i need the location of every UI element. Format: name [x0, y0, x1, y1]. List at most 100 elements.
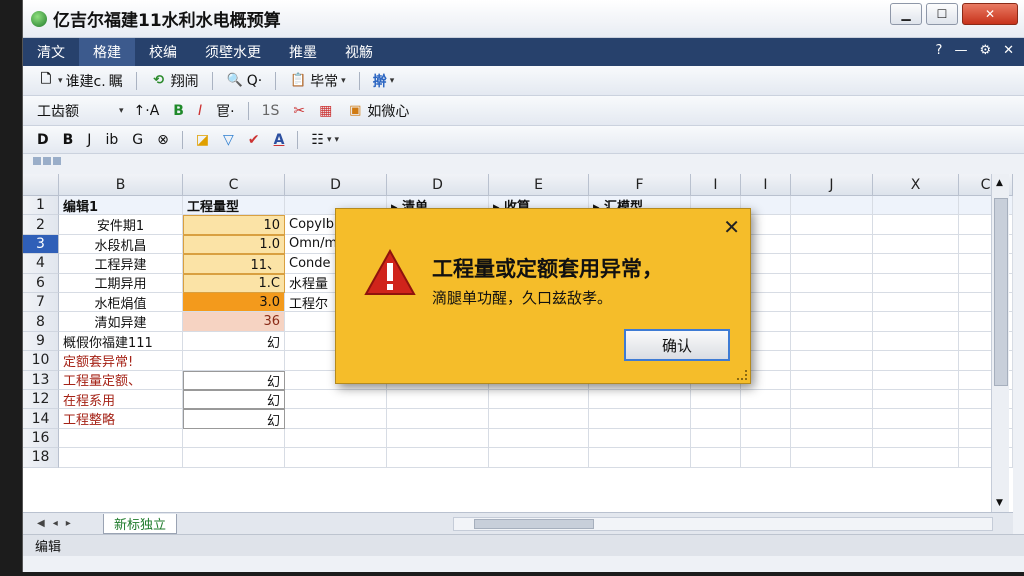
fill-color-icon[interactable]: ◪ — [192, 130, 213, 150]
close-doc-icon[interactable]: ✕ — [1003, 43, 1014, 58]
grid-cell[interactable] — [791, 196, 873, 216]
grid-cell[interactable] — [183, 428, 285, 449]
font-color-icon[interactable]: A — [270, 130, 289, 150]
grid-cell[interactable] — [691, 390, 741, 410]
grid-cell[interactable]: 工程量定额、 — [59, 370, 183, 390]
grid-cell[interactable] — [589, 448, 691, 468]
chevron-down-icon[interactable]: ▾ — [119, 106, 124, 116]
list-button[interactable]: 冟· — [212, 99, 238, 123]
grid-cell[interactable]: 工期异用 — [59, 273, 183, 293]
grid-cell[interactable] — [791, 390, 873, 410]
grid-cell[interactable]: 3.0 — [183, 293, 285, 313]
row-height-button[interactable]: 1S — [258, 101, 284, 121]
grid-cell[interactable]: 定额套异常! — [59, 351, 183, 371]
grid-cell[interactable] — [741, 390, 791, 410]
row-header[interactable]: 4 — [23, 254, 59, 274]
row-header[interactable]: 9 — [23, 331, 59, 352]
grid-cell[interactable] — [873, 234, 959, 255]
new-button[interactable]: 🗋 ▾ 谁建c. 瞩 — [33, 69, 127, 93]
menu-item-file[interactable]: 清文 — [23, 38, 79, 66]
grid-cell[interactable] — [791, 351, 873, 371]
grid-cell[interactable] — [873, 273, 959, 293]
minimize-ribbon-icon[interactable]: — — [954, 43, 967, 58]
menu-item-push[interactable]: 推墨 — [275, 38, 331, 66]
grid-cell[interactable] — [873, 312, 959, 332]
grid-cell[interactable]: 幻 — [183, 390, 285, 410]
grid-cell[interactable] — [183, 448, 285, 468]
grid-cell[interactable] — [873, 448, 959, 468]
grid-cell[interactable] — [589, 409, 691, 429]
grid-cell[interactable] — [59, 428, 183, 449]
grid-cell[interactable] — [589, 428, 691, 449]
grid-cell[interactable] — [589, 390, 691, 410]
grid-cell[interactable] — [285, 390, 387, 410]
scissors-icon[interactable]: ✂ — [289, 101, 309, 121]
grid-cell[interactable] — [791, 215, 873, 235]
grid-cell[interactable]: 11、 — [183, 254, 285, 274]
row-header[interactable]: 13 — [23, 370, 59, 390]
grid-cell[interactable] — [691, 409, 741, 429]
paste-button[interactable]: 📋 毕常 ▾ — [285, 69, 350, 93]
row-header[interactable]: 2 — [23, 215, 59, 235]
resize-grip-icon[interactable] — [737, 370, 747, 380]
paint-bucket-icon[interactable]: ▽ — [219, 130, 238, 150]
close-window-button[interactable]: ✕ — [962, 3, 1018, 25]
first-sheet-icon[interactable]: ◀ — [37, 518, 45, 529]
sheet-tab[interactable]: 新标独立 — [103, 513, 178, 534]
grid-cell[interactable] — [741, 409, 791, 429]
row-header[interactable]: 12 — [23, 390, 59, 410]
grid-cell[interactable] — [741, 428, 791, 449]
zoom-button[interactable]: 🔍 Q· — [222, 70, 266, 92]
grid-cell[interactable]: 工程量型 — [183, 196, 285, 216]
format-d-button[interactable]: D — [33, 130, 53, 150]
vertical-scroll-thumb[interactable] — [994, 198, 1008, 386]
column-header[interactable]: I — [741, 174, 791, 196]
column-header[interactable]: X — [873, 174, 959, 196]
help-icon[interactable]: ? — [936, 43, 943, 58]
grid-cell[interactable]: 在程系用 — [59, 390, 183, 410]
grid-cell[interactable] — [791, 370, 873, 390]
grid-cell[interactable]: 1.0 — [183, 234, 285, 255]
grid-cell[interactable]: 水柜焆值 — [59, 293, 183, 313]
settings-icon[interactable]: ⚙ — [979, 43, 991, 58]
row-header[interactable]: 8 — [23, 312, 59, 332]
center-button[interactable]: ▣ 如微心 — [342, 99, 413, 123]
column-header[interactable]: J — [791, 174, 873, 196]
format-button[interactable]: 擀 ▾ — [369, 69, 399, 93]
grid-cell[interactable] — [873, 428, 959, 449]
grid-cell[interactable] — [285, 428, 387, 449]
grid-cell[interactable] — [183, 351, 285, 371]
scroll-down-icon[interactable]: ▼ — [996, 498, 1003, 508]
grid-cell[interactable] — [691, 448, 741, 468]
row-header[interactable]: 7 — [23, 293, 59, 313]
grid-cell[interactable] — [791, 409, 873, 429]
grid-cell[interactable]: 概假你福建111 — [59, 331, 183, 352]
check-icon[interactable]: ✔ — [244, 130, 264, 150]
grid-icon[interactable]: ▦ — [315, 101, 336, 121]
grid-cell[interactable]: 幻 — [183, 370, 285, 390]
grid-cell[interactable] — [873, 254, 959, 274]
grid-cell[interactable] — [285, 409, 387, 429]
grid-cell[interactable] — [791, 312, 873, 332]
format-g-button[interactable]: G — [128, 130, 147, 150]
grid-cell[interactable] — [387, 409, 489, 429]
scroll-up-icon[interactable]: ▲ — [996, 178, 1003, 188]
maximize-button[interactable]: ☐ — [926, 3, 958, 25]
column-header[interactable]: D — [285, 174, 387, 196]
grid-cell[interactable] — [791, 428, 873, 449]
grid-cell[interactable] — [489, 428, 589, 449]
undo-button[interactable]: ⟲ 翔闹 — [146, 69, 203, 93]
menu-item-view[interactable]: 视觞 — [331, 38, 387, 66]
grid-cell[interactable] — [873, 215, 959, 235]
italic-button[interactable]: I — [194, 101, 206, 121]
grid-cell[interactable] — [387, 448, 489, 468]
row-header[interactable]: 6 — [23, 273, 59, 293]
grid-cell[interactable] — [741, 448, 791, 468]
select-all-corner[interactable] — [23, 174, 59, 196]
row-header[interactable]: 14 — [23, 409, 59, 429]
grid-cell[interactable]: 1.C — [183, 273, 285, 293]
format-ib-button[interactable]: ⅰb — [101, 130, 122, 150]
row-header[interactable]: 1 — [23, 196, 59, 216]
grid-cell[interactable] — [873, 351, 959, 371]
row-header[interactable]: 3 — [23, 234, 59, 255]
